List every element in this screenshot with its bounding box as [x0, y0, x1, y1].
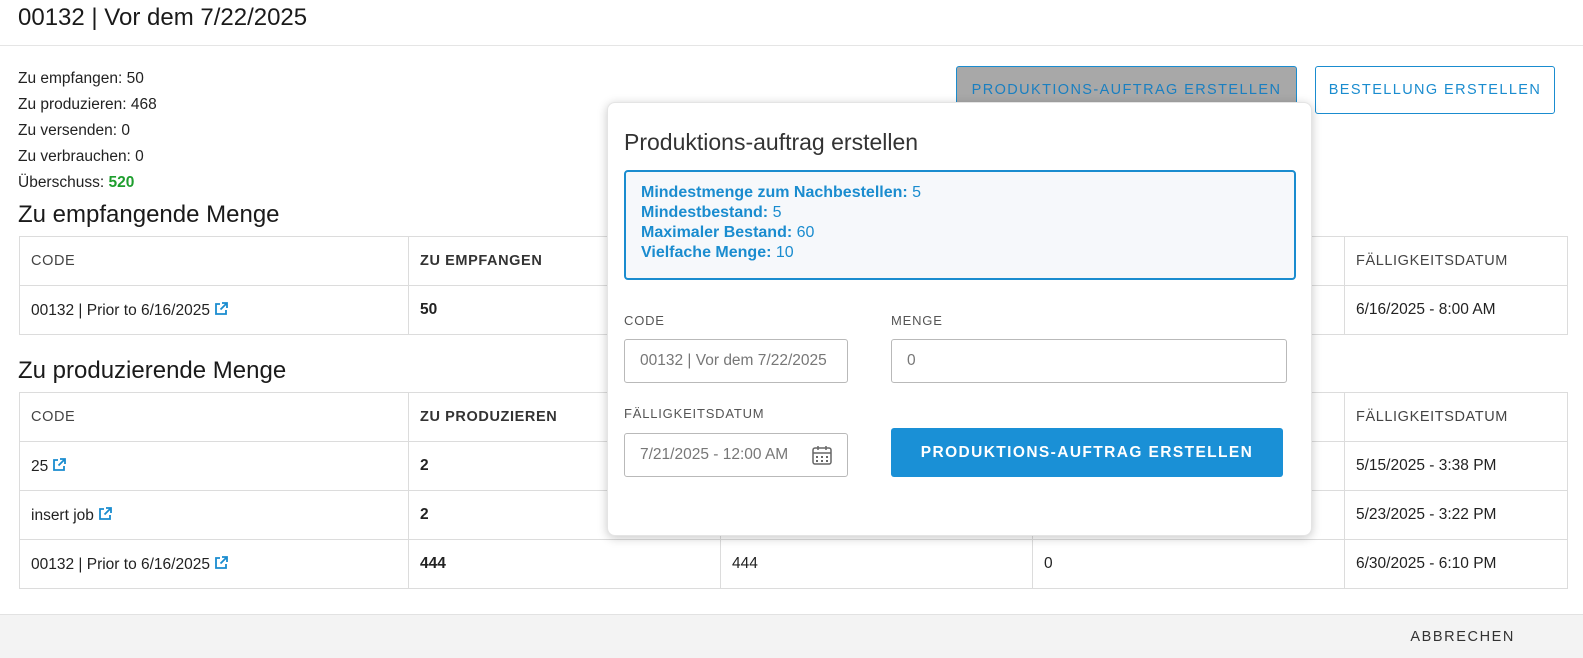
code-link[interactable]: insert job — [31, 507, 94, 524]
due-cell: 6/30/2025 - 6:10 PM — [1344, 539, 1568, 589]
to-consume-text: Zu verbrauchen: 0 — [18, 148, 144, 165]
dialog-footer: ABBRECHEN — [0, 614, 1583, 658]
code-cell: 25 — [19, 441, 409, 491]
popup-create-production-order-button[interactable]: PRODUKTIONS-AUFTRAG ERSTELLEN — [891, 428, 1283, 477]
column-header-due[interactable]: FÄLLIGKEITSDATUM — [1344, 392, 1568, 442]
code-field-label: CODE — [624, 313, 665, 328]
page-title: 00132 | Vor dem 7/22/2025 — [18, 4, 308, 31]
value-cell: 444 — [720, 539, 1033, 589]
multiple-value: 10 — [771, 244, 794, 261]
min-reorder-label: Mindestmenge zum Nachbestellen: — [641, 184, 908, 201]
column-header-due[interactable]: FÄLLIGKEITSDATUM — [1344, 236, 1568, 286]
external-link-icon[interactable] — [213, 301, 229, 317]
code-cell: insert job — [19, 490, 409, 540]
qty-field-label: MENGE — [891, 313, 943, 328]
external-link-icon[interactable] — [97, 506, 113, 522]
surplus-label: Überschuss: — [18, 174, 109, 191]
code-link[interactable]: 25 — [31, 458, 48, 475]
title-divider — [0, 45, 1583, 46]
max-stock-value: 60 — [792, 224, 815, 241]
popup-title: Produktions-auftrag erstellen — [624, 129, 919, 155]
code-cell: 00132 | Prior to 6/16/2025 — [19, 285, 409, 335]
value-cell: 0 — [1032, 539, 1345, 589]
due-cell: 6/16/2025 - 8:00 AM — [1344, 285, 1568, 335]
min-stock-value: 5 — [768, 204, 782, 221]
due-cell: 5/23/2025 - 3:22 PM — [1344, 490, 1568, 540]
min-stock-line: Mindestbestand: 5 — [641, 203, 1279, 223]
production-order-popup: Produktions-auftrag erstellen Mindestmen… — [607, 102, 1312, 536]
due-cell: 5/15/2025 - 3:38 PM — [1344, 441, 1568, 491]
surplus-text: Überschuss: 520 — [18, 170, 157, 196]
qty-field[interactable]: 0 — [891, 339, 1287, 383]
due-date-field[interactable]: 7/21/2025 - 12:00 AM — [624, 433, 848, 477]
code-cell: 00132 | Prior to 6/16/2025 — [19, 539, 409, 589]
max-stock-line: Maximaler Bestand: 60 — [641, 223, 1279, 243]
to-receive-text: Zu empfangen: 50 — [18, 70, 144, 87]
min-reorder-line: Mindestmenge zum Nachbestellen: 5 — [641, 183, 1279, 203]
calendar-icon[interactable] — [811, 444, 833, 466]
code-link[interactable]: 00132 | Prior to 6/16/2025 — [31, 556, 210, 573]
summary-panel: Zu empfangen: 50 Zu produzieren: 468 Zu … — [18, 66, 157, 196]
column-header-code[interactable]: CODE — [19, 392, 409, 442]
table-row: 00132 | Prior to 6/16/2025 444 444 0 6/3… — [19, 539, 1568, 589]
external-link-icon[interactable] — [51, 457, 67, 473]
cancel-button[interactable]: ABBRECHEN — [1410, 629, 1515, 645]
receive-section-title: Zu empfangende Menge — [18, 201, 280, 228]
multiple-line: Vielfache Menge: 10 — [641, 243, 1279, 263]
qty-cell: 444 — [408, 539, 721, 589]
min-stock-label: Mindestbestand: — [641, 204, 769, 221]
to-ship-text: Zu versenden: 0 — [18, 122, 131, 139]
column-header-code[interactable]: CODE — [19, 236, 409, 286]
min-reorder-value: 5 — [907, 184, 922, 201]
code-link[interactable]: 00132 | Prior to 6/16/2025 — [31, 302, 210, 319]
max-stock-label: Maximaler Bestand: — [641, 224, 793, 241]
produce-section-title: Zu produzierende Menge — [18, 357, 287, 384]
to-produce-text: Zu produzieren: 468 — [18, 96, 157, 113]
surplus-value: 520 — [108, 174, 135, 191]
external-link-icon[interactable] — [213, 555, 229, 571]
stock-info-box: Mindestmenge zum Nachbestellen: 5 Mindes… — [624, 170, 1296, 280]
multiple-label: Vielfache Menge: — [641, 244, 772, 261]
create-order-button[interactable]: BESTELLUNG ERSTELLEN — [1315, 66, 1555, 114]
due-date-value: 7/21/2025 - 12:00 AM — [640, 446, 789, 463]
due-date-field-label: FÄLLIGKEITSDATUM — [624, 406, 765, 421]
code-field[interactable]: 00132 | Vor dem 7/22/2025 — [624, 339, 848, 383]
